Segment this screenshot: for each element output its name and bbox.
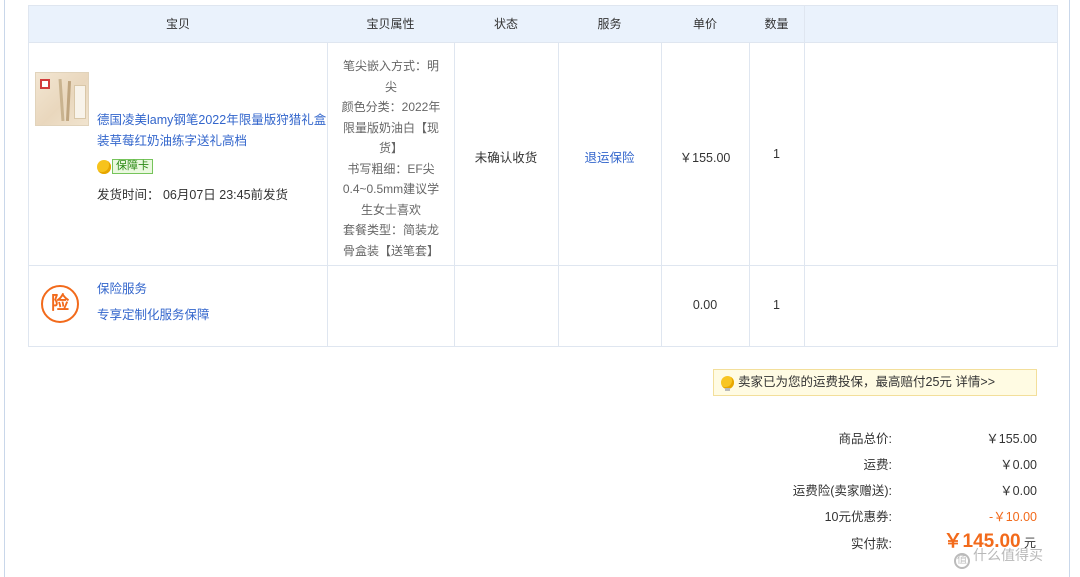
order-table: 宝贝 宝贝属性 状态 服务 单价 数量 德国凌美lamy钢笔2022年限量版狩猎… xyxy=(28,5,1058,347)
summary-value-shipping-insurance: ￥0.00 xyxy=(1000,484,1037,498)
watermark-logo-icon: 值 xyxy=(954,553,970,569)
summary-value-shipping: ￥0.00 xyxy=(1000,458,1037,472)
summary-label-total: 实付款: xyxy=(851,537,892,551)
brand-mark-icon xyxy=(40,79,50,89)
header-quantity: 数量 xyxy=(764,17,789,31)
header-status: 状态 xyxy=(493,17,518,31)
insurance-quantity: 1 xyxy=(773,298,780,312)
details-link[interactable]: 详情>> xyxy=(955,375,995,389)
attr-line: 套餐类型：简装龙 骨盒装【送笔套】 xyxy=(342,223,439,258)
summary-label-subtotal: 商品总价: xyxy=(838,432,892,446)
insurance-unit-price: 0.00 xyxy=(692,298,718,312)
header-service: 服务 xyxy=(597,17,622,31)
guarantee-badge-row: 保障卡 xyxy=(97,159,153,175)
lightbulb-icon xyxy=(721,376,734,391)
notice-text: 卖家已为您的运费投保，最高赔付25元 xyxy=(738,375,952,389)
summary-label-coupon: 10元优惠券: xyxy=(824,510,892,524)
row-divider xyxy=(29,265,1057,266)
product-title-link[interactable]: 德国凌美lamy钢笔2022年限量版狩猎礼盒装草莓红奶油练字送礼高档 xyxy=(97,110,327,152)
pen-icon xyxy=(65,80,72,122)
order-status: 未确认收货 xyxy=(474,151,538,165)
ship-time: 发货时间： 06月07日 23:45前发货 xyxy=(97,188,289,202)
watermark: 值什么值得买 xyxy=(954,545,1043,569)
header-item: 宝贝 xyxy=(165,17,190,31)
watermark-text: 什么值得买 xyxy=(973,547,1043,563)
gift-box-icon xyxy=(74,85,86,119)
attr-line: 颜色分类：2022年 限量版奶油白【现 货】 xyxy=(341,100,441,155)
column-divider xyxy=(454,43,455,347)
summary-value-coupon: -￥10.00 xyxy=(989,510,1037,524)
attr-line: 笔尖嵌入方式：明尖 xyxy=(342,59,439,94)
guarantee-card-badge[interactable]: 保障卡 xyxy=(112,159,153,175)
pen-icon xyxy=(58,78,65,122)
product-thumbnail[interactable] xyxy=(35,72,89,126)
attr-line: 书写粗细：EF尖 0.4~0.5mm建议学 生女士喜欢 xyxy=(342,161,440,217)
product-unit-price: ￥155.00 xyxy=(679,151,731,165)
header-unit-price: 单价 xyxy=(692,17,717,31)
return-shipping-insurance-link[interactable]: 退运保险 xyxy=(558,147,661,166)
product-attributes: 笔尖嵌入方式：明尖 颜色分类：2022年 限量版奶油白【现 货】 书写粗细：EF尖 0… xyxy=(328,56,454,261)
header-attributes: 宝贝属性 xyxy=(366,17,415,31)
shipping-insurance-notice: 卖家已为您的运费投保，最高赔付25元 详情>> xyxy=(713,369,1037,396)
insurance-subtitle-link[interactable]: 专享定制化服务保障 xyxy=(97,304,210,323)
product-quantity: 1 xyxy=(773,147,780,161)
insurance-icon: 险 xyxy=(41,285,79,323)
summary-label-shipping: 运费: xyxy=(863,458,892,472)
column-divider xyxy=(558,43,559,347)
column-divider xyxy=(804,6,805,347)
table-header: 宝贝 宝贝属性 状态 服务 单价 数量 xyxy=(29,6,1057,43)
summary-value-subtotal: ￥155.00 xyxy=(986,432,1037,446)
summary-label-shipping-insurance: 运费险(卖家赠送): xyxy=(792,484,892,498)
insurance-service-link[interactable]: 保险服务 xyxy=(97,278,147,297)
guarantee-icon xyxy=(97,159,111,174)
